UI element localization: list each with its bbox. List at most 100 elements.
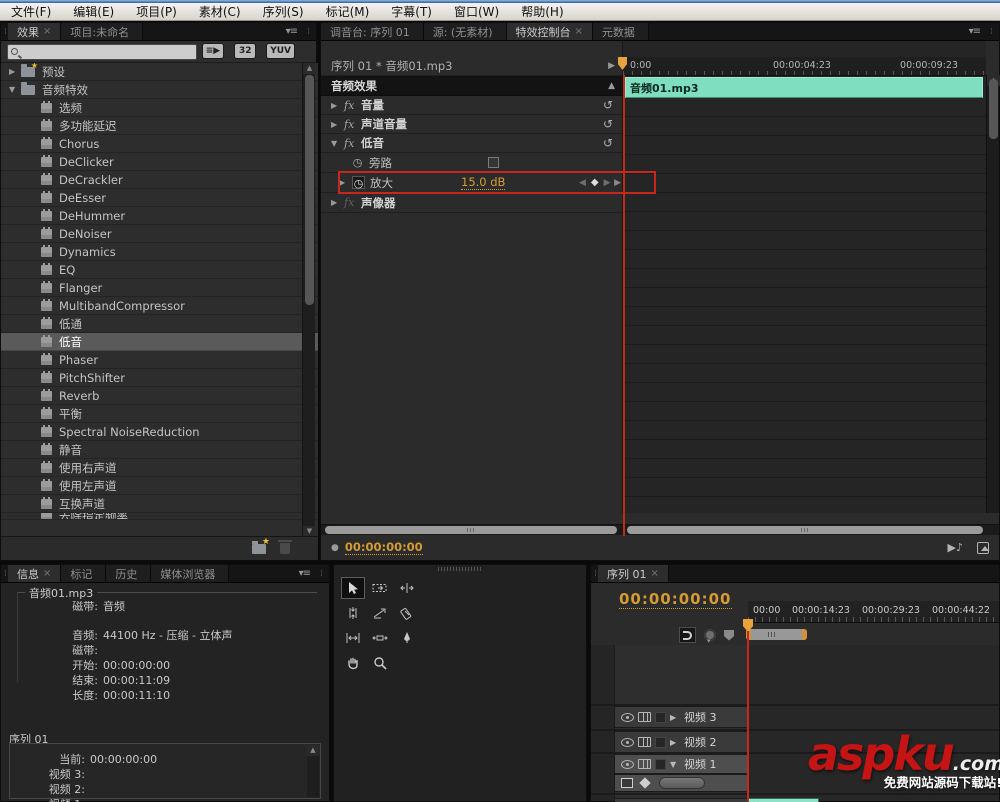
twirl-icon[interactable]: ▶ (670, 738, 680, 747)
effect-controls-hscrollbars[interactable] (321, 524, 999, 535)
audio-clip[interactable]: 音频01.m (748, 798, 819, 802)
toggle-track-output-eye-icon[interactable] (621, 712, 634, 722)
current-timecode[interactable]: 00:00:00:00 (344, 540, 423, 555)
panel-tab[interactable]: 媒体浏览器 (151, 565, 230, 582)
fx-badge-icon[interactable]: fx (344, 99, 361, 112)
tab-close-icon[interactable]: × (43, 568, 51, 579)
twirl-icon[interactable]: ▼ (670, 760, 680, 769)
display-style-icon[interactable] (621, 778, 633, 788)
effect-row-channel-volume[interactable]: ▶ fx 声道音量 ↺ (321, 115, 623, 134)
set-encore-chapter-marker-icon[interactable] (704, 629, 716, 645)
effect-tree-item[interactable]: EQ (1, 261, 318, 279)
panel-resize-grip-icon[interactable]: ⁞ (317, 565, 324, 583)
effect-controls-ruler[interactable]: 0:00 00:00:04:23 00:00:09:23 (623, 57, 986, 76)
effect-tree-item[interactable]: Reverb (1, 387, 318, 405)
panel-menu-icon[interactable]: ▾≡ (969, 26, 981, 37)
sequence-scrollbar[interactable]: ▲ (307, 745, 319, 797)
panel-tab[interactable]: 特效控制台 × (506, 23, 593, 40)
razor-tool-icon[interactable] (395, 602, 419, 624)
scrollbar-thumb[interactable] (989, 79, 998, 139)
twirl-icon[interactable]: ▶ (670, 713, 680, 722)
effect-tree-item[interactable]: 低音 (1, 333, 318, 351)
effect-tree-item[interactable]: 多功能延迟 (1, 117, 318, 135)
keyframe-diamond-icon[interactable] (639, 777, 651, 789)
panel-tab[interactable]: 源: (无素材) (423, 23, 507, 40)
track-video1-keyframe-controls[interactable] (615, 774, 748, 792)
panel-grip-icon[interactable]: ⁞ (1, 23, 8, 40)
menu-item[interactable]: 素材(C) (188, 3, 252, 20)
track-select-tool-icon[interactable] (368, 577, 392, 599)
panel-resize-grip-icon[interactable]: ⁞ (987, 23, 994, 41)
track-header-audio1[interactable]: ▶ 音频 1 (615, 798, 748, 802)
new-custom-bin-icon[interactable] (252, 537, 270, 554)
menu-item[interactable]: 项目(P) (125, 3, 188, 20)
play-audio-icon[interactable]: ▶♪ (948, 541, 963, 554)
param-row-bypass[interactable]: ◷ 旁路 (321, 153, 623, 173)
keyframe-slider[interactable] (659, 777, 705, 789)
reset-effect-icon[interactable]: ↺ (603, 117, 613, 131)
effect-tree-item[interactable]: 使用左声道 (1, 477, 318, 495)
panel-menu-icon[interactable]: ▾≡ (299, 568, 311, 579)
effect-tree-item[interactable]: DeEsser (1, 189, 318, 207)
set-display-style-icon[interactable] (638, 759, 651, 769)
effect-tree-item[interactable]: 低通 (1, 315, 318, 333)
panel-tab[interactable]: 历史 (106, 565, 152, 582)
menu-item[interactable]: 标记(M) (315, 3, 381, 20)
set-display-style-icon[interactable] (638, 737, 651, 747)
timeline-tab[interactable]: 序列 01 × (598, 565, 669, 582)
effect-tree-item[interactable]: DeNoiser (1, 225, 318, 243)
effect-tree-item[interactable]: Phaser (1, 351, 318, 369)
effect-tree-item[interactable]: Dynamics (1, 243, 318, 261)
current-time-indicator-line[interactable] (747, 631, 749, 801)
effect-tree-item[interactable]: Chorus (1, 135, 318, 153)
effect-tree-item[interactable]: 去除指定频率 (1, 513, 318, 520)
menu-item[interactable]: 编辑(E) (62, 3, 125, 20)
panel-grip-icon[interactable] (438, 567, 482, 571)
effects-scrollbar[interactable]: ▲ ▼ (302, 63, 316, 537)
hscroll-thumb-right[interactable] (627, 526, 983, 534)
effect-tree-item[interactable]: Spectral NoiseReduction (1, 423, 318, 441)
effect-row-volume[interactable]: ▶ fx 音量 ↺ (321, 96, 623, 115)
panel-tab[interactable]: 项目:未命名 (61, 23, 144, 40)
rate-stretch-tool-icon[interactable] (368, 602, 392, 624)
scrollbar-thumb[interactable] (305, 75, 314, 305)
effect-tree-item[interactable]: DeCrackler (1, 171, 318, 189)
twirl-icon[interactable] (9, 85, 21, 94)
yuv-effects-badge-icon[interactable]: YUV (267, 44, 294, 58)
track-header-video1[interactable]: ▼ 视频 1 (615, 754, 748, 774)
effect-tree-item[interactable]: 静音 (1, 441, 318, 459)
twirl-icon[interactable]: ▼ (331, 139, 344, 148)
track-lock-toggle[interactable] (655, 711, 666, 723)
menu-item[interactable]: 文件(F) (0, 3, 62, 20)
search-input[interactable] (7, 44, 197, 60)
menu-item[interactable]: 帮助(H) (510, 3, 574, 20)
tab-close-icon[interactable]: × (43, 26, 51, 37)
panel-tab[interactable]: 标记 (61, 565, 107, 582)
effect-tree-item[interactable]: DeClicker (1, 153, 318, 171)
effect-tree-item[interactable]: PitchShifter (1, 369, 318, 387)
slide-tool-icon[interactable] (368, 627, 392, 649)
effect-tree-item[interactable]: 预设 (1, 63, 318, 81)
scroll-up-icon[interactable]: ▲ (307, 745, 319, 756)
effect-row-bass[interactable]: ▼ fx 低音 ↺ (321, 134, 623, 153)
reset-effect-icon[interactable]: ↺ (603, 136, 613, 150)
panel-tab[interactable]: 调音台: 序列 01 (321, 23, 424, 40)
32bit-effects-badge-icon[interactable]: 32 (235, 44, 256, 58)
reset-effect-icon[interactable]: ↺ (603, 98, 613, 112)
set-display-style-icon[interactable] (638, 712, 651, 722)
twirl-icon[interactable] (9, 67, 21, 76)
fx-badge-icon[interactable]: fx (344, 137, 361, 150)
rolling-edit-tool-icon[interactable] (341, 602, 365, 624)
track-header-video2[interactable]: ▶ 视频 2 (615, 731, 748, 753)
show-timeline-view-icon[interactable]: ▶ (608, 61, 615, 71)
snap-toggle[interactable] (679, 627, 696, 643)
track-lock-toggle[interactable] (655, 758, 666, 770)
delete-icon[interactable] (278, 540, 292, 554)
work-area-bar[interactable] (746, 629, 807, 640)
track-lock-toggle[interactable] (655, 736, 666, 748)
track-header-video3[interactable]: ▶ 视频 3 (615, 706, 748, 728)
effect-tree-item[interactable]: DeHummer (1, 207, 318, 225)
panel-tab[interactable]: 信息 × (8, 565, 62, 582)
collapse-section-icon[interactable]: ▲ (608, 81, 615, 91)
set-unnumbered-marker-icon[interactable] (724, 629, 734, 641)
